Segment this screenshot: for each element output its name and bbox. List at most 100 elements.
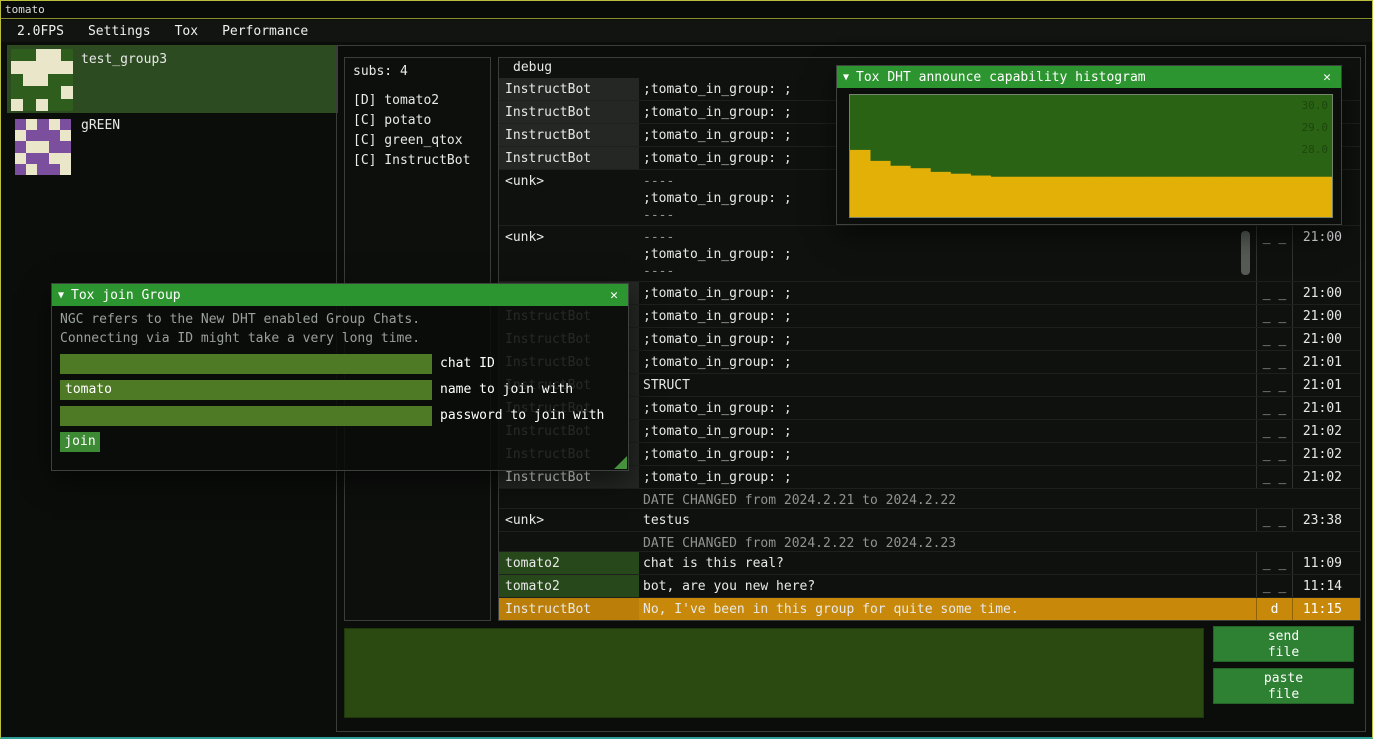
close-icon[interactable]: ✕ [606, 288, 622, 303]
histogram-window-titlebar[interactable]: ▼ Tox DHT announce capability histogram … [837, 66, 1341, 88]
join-window-titlebar[interactable]: ▼ Tox join Group ✕ [52, 284, 628, 306]
join-info-line-2: Connecting via ID might take a very long… [60, 331, 420, 346]
message-text: ;tomato_in_group: ; [639, 305, 1256, 327]
message-flags: _ _ [1256, 575, 1292, 597]
message-flags: _ _ [1256, 282, 1292, 304]
message-flags: _ _ [1256, 466, 1292, 488]
member-item[interactable]: [C] green_qtox [353, 131, 490, 151]
histogram-window-title: Tox DHT announce capability histogram [856, 70, 1312, 85]
message-time: 21:01 [1292, 374, 1360, 396]
message-time: 21:02 [1292, 443, 1360, 465]
group-name: test_group3 [81, 52, 167, 67]
message-author: InstructBot [499, 78, 639, 100]
join-info-line-1: NGC refers to the New DHT enabled Group … [60, 312, 420, 327]
join-field-label: name to join with [440, 382, 573, 397]
member-item[interactable]: [C] InstructBot [353, 151, 490, 171]
group-name: gREEN [81, 118, 120, 133]
date-separator: DATE CHANGED from 2024.2.22 to 2024.2.23 [499, 532, 1360, 552]
send-file-button[interactable]: send file [1213, 626, 1354, 662]
message-flags: _ _ [1256, 328, 1292, 350]
histogram-svg [850, 95, 1332, 217]
message-author: InstructBot [499, 124, 639, 146]
chat-message-row: <unk>testus_ _23:38 [499, 509, 1360, 532]
axis-tick-label: 28.0 [1302, 143, 1329, 157]
histogram-window: ▼ Tox DHT announce capability histogram … [836, 65, 1342, 225]
close-icon[interactable]: ✕ [1319, 70, 1335, 85]
message-input[interactable] [344, 628, 1204, 718]
message-flags: _ _ [1256, 226, 1292, 281]
message-flags: _ _ [1256, 305, 1292, 327]
message-time: 21:02 [1292, 466, 1360, 488]
message-time: 21:02 [1292, 420, 1360, 442]
message-text: ;tomato_in_group: ; [639, 328, 1256, 350]
date-text: DATE CHANGED from 2024.2.21 to 2024.2.22 [639, 489, 1360, 508]
message-text: ;tomato_in_group: ; [639, 420, 1256, 442]
resize-grip[interactable] [614, 456, 627, 469]
join-group-window: ▼ Tox join Group ✕ NGC refers to the New… [51, 283, 629, 471]
message-author: InstructBot [499, 147, 639, 169]
message-flags: _ _ [1256, 443, 1292, 465]
members-count: subs: 4 [353, 64, 490, 79]
message-author: InstructBot [499, 101, 639, 123]
message-time: 11:09 [1292, 552, 1360, 574]
message-time: 21:01 [1292, 351, 1360, 373]
chat-message-row: <unk>----;tomato_in_group: ;----_ _21:00 [499, 226, 1360, 282]
message-text: chat is this real? [639, 552, 1256, 574]
message-time: 11:15 [1292, 598, 1360, 620]
message-author: <unk> [499, 170, 639, 225]
join-field-label: chat ID [440, 356, 495, 371]
message-flags: d [1256, 598, 1292, 620]
join-field-chat-id[interactable] [60, 354, 432, 374]
group-row-green[interactable]: gREEN [7, 115, 338, 177]
message-flags: _ _ [1256, 374, 1292, 396]
members-list: [D] tomato2[C] potato[C] green_qtox[C] I… [353, 91, 490, 171]
message-time: 23:38 [1292, 509, 1360, 531]
message-text: ;tomato_in_group: ; [639, 443, 1256, 465]
join-window-title: Tox join Group [71, 288, 599, 303]
message-text: ----;tomato_in_group: ;---- [639, 226, 1256, 281]
message-author: InstructBot [499, 598, 639, 620]
chat-message-row: tomato2chat is this real?_ _11:09 [499, 552, 1360, 575]
group-avatar-icon [15, 119, 71, 175]
message-text: STRUCT [639, 374, 1256, 396]
histogram-plot: 30.0 29.0 28.0 [849, 94, 1333, 218]
message-text: testus [639, 509, 1256, 531]
axis-tick-label: 29.0 [1302, 121, 1329, 135]
paste-file-button[interactable]: paste file [1213, 668, 1354, 704]
join-field-password-to-join-with[interactable] [60, 406, 432, 426]
message-time: 21:00 [1292, 305, 1360, 327]
message-author: <unk> [499, 226, 639, 281]
message-flags: _ _ [1256, 420, 1292, 442]
date-separator: DATE CHANGED from 2024.2.21 to 2024.2.22 [499, 489, 1360, 509]
message-text: ;tomato_in_group: ; [639, 351, 1256, 373]
chat-message-row: tomato2bot, are you new here?_ _11:14 [499, 575, 1360, 598]
chat-scrollbar-thumb[interactable] [1241, 231, 1250, 275]
member-item[interactable]: [D] tomato2 [353, 91, 490, 111]
group-row-test-group3[interactable]: test_group3 [7, 45, 338, 113]
member-item[interactable]: [C] potato [353, 111, 490, 131]
message-author: tomato2 [499, 552, 639, 574]
message-text: bot, are you new here? [639, 575, 1256, 597]
join-button[interactable]: join [60, 432, 100, 452]
message-flags: _ _ [1256, 397, 1292, 419]
message-flags: _ _ [1256, 552, 1292, 574]
message-time: 21:00 [1292, 282, 1360, 304]
message-flags: _ _ [1256, 351, 1292, 373]
date-text: DATE CHANGED from 2024.2.22 to 2024.2.23 [639, 532, 1360, 551]
message-time: 11:14 [1292, 575, 1360, 597]
message-time: 21:00 [1292, 226, 1360, 281]
message-text: ;tomato_in_group: ; [639, 282, 1256, 304]
message-text: ;tomato_in_group: ; [639, 466, 1256, 488]
message-text: No, I've been in this group for quite so… [639, 598, 1256, 620]
join-field-label: password to join with [440, 408, 604, 423]
chat-message-row: InstructBotNo, I've been in this group f… [499, 598, 1360, 620]
message-flags: _ _ [1256, 509, 1292, 531]
join-field-name-to-join-with[interactable]: tomato [60, 380, 432, 400]
message-time: 21:01 [1292, 397, 1360, 419]
app-window: tomato 2.0FPSSettingsToxPerformance test… [0, 0, 1373, 739]
message-text: ;tomato_in_group: ; [639, 397, 1256, 419]
group-avatar-icon [11, 49, 73, 111]
axis-tick-label: 30.0 [1302, 99, 1329, 113]
collapse-arrow-icon[interactable]: ▼ [843, 72, 849, 83]
collapse-arrow-icon[interactable]: ▼ [58, 290, 64, 301]
